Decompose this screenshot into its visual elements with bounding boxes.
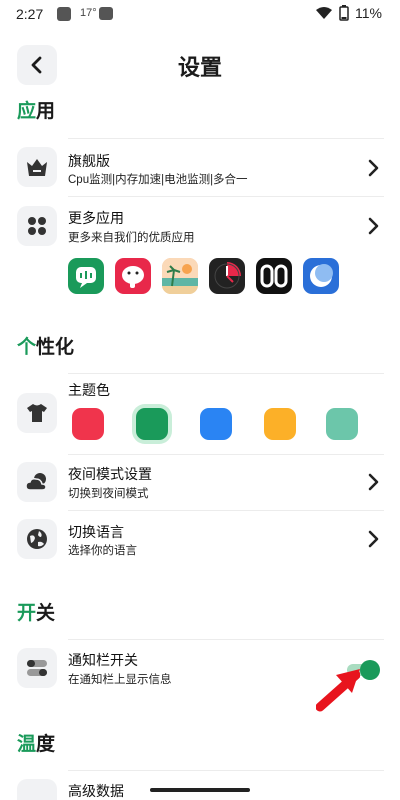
theme-swatches [72, 408, 368, 440]
app-icons-row [68, 258, 339, 294]
swatch-blue[interactable] [200, 408, 232, 440]
section-title-switches: 开关 [17, 603, 56, 624]
toggles-icon [27, 660, 47, 676]
divider [68, 196, 384, 197]
section-title-apps: 应用 [17, 101, 56, 122]
grid-dots-icon [28, 217, 46, 235]
divider [68, 770, 384, 771]
notification-title: 通知栏开关 [68, 652, 138, 668]
beach-app-icon[interactable] [162, 258, 198, 294]
status-temperature: 17° [80, 7, 97, 19]
elephant-app-icon[interactable] [115, 258, 151, 294]
divider [68, 510, 384, 511]
clock-app-icon[interactable] [209, 258, 245, 294]
moon-app-icon[interactable] [303, 258, 339, 294]
divider [68, 373, 384, 374]
temperature-row-icon[interactable] [17, 779, 57, 800]
globe-icon [27, 529, 47, 549]
swatch-red[interactable] [72, 408, 104, 440]
cloud-moon-icon [25, 473, 47, 491]
battery-percent: 11% [355, 5, 382, 21]
red-arrow-icon [316, 669, 360, 712]
language-subtitle: 选择你的语言 [68, 545, 137, 557]
theme-row-icon [17, 393, 57, 433]
language-row-icon[interactable] [17, 519, 57, 559]
wifi-icon [316, 7, 333, 19]
status-bar: 2:27 17° 11% [0, 0, 400, 30]
theme-color-title: 主题色 [68, 382, 110, 398]
status-time: 2:27 [16, 6, 44, 22]
more-apps-row-icon[interactable] [17, 206, 57, 246]
message-notification-icon [99, 7, 113, 20]
language-title[interactable]: 切换语言 [68, 522, 124, 542]
gallery-notification-icon [57, 7, 71, 21]
shirt-icon [27, 404, 47, 422]
night-mode-title[interactable]: 夜间模式设置 [68, 464, 152, 484]
night-mode-row-icon[interactable] [17, 462, 57, 502]
divider [68, 138, 384, 139]
divider [68, 454, 384, 455]
chevron-right-icon[interactable] [366, 217, 380, 235]
section-title-personalize: 个性化 [17, 337, 75, 358]
temperature-row-title[interactable]: 高级数据 [68, 781, 124, 800]
digits-app-icon[interactable] [256, 258, 292, 294]
page-title: 设置 [177, 55, 222, 80]
toggle-knob [360, 660, 380, 680]
night-mode-subtitle: 切换到夜间模式 [68, 488, 149, 500]
chevron-right-icon[interactable] [366, 473, 380, 491]
crown-icon [27, 159, 47, 176]
battery-icon [339, 5, 349, 21]
swatch-green-selected[interactable] [136, 408, 168, 440]
swatch-orange[interactable] [264, 408, 296, 440]
chat-app-icon[interactable] [68, 258, 104, 294]
more-apps-subtitle: 更多来自我们的优质应用 [68, 232, 195, 244]
flagship-row-icon[interactable] [17, 147, 57, 187]
notification-subtitle: 在通知栏上显示信息 [68, 674, 172, 686]
section-title-temperature: 温度 [17, 734, 56, 755]
chevron-right-icon[interactable] [366, 159, 380, 177]
home-indicator[interactable] [150, 788, 250, 792]
notification-row-icon [17, 648, 57, 688]
flagship-title[interactable]: 旗舰版 [68, 151, 110, 171]
chevron-right-icon[interactable] [366, 530, 380, 548]
divider [68, 639, 384, 640]
flagship-subtitle: Cpu监测|内存加速|电池监测|多合一 [68, 174, 248, 186]
more-apps-title[interactable]: 更多应用 [68, 208, 124, 228]
swatch-teal[interactable] [326, 408, 358, 440]
